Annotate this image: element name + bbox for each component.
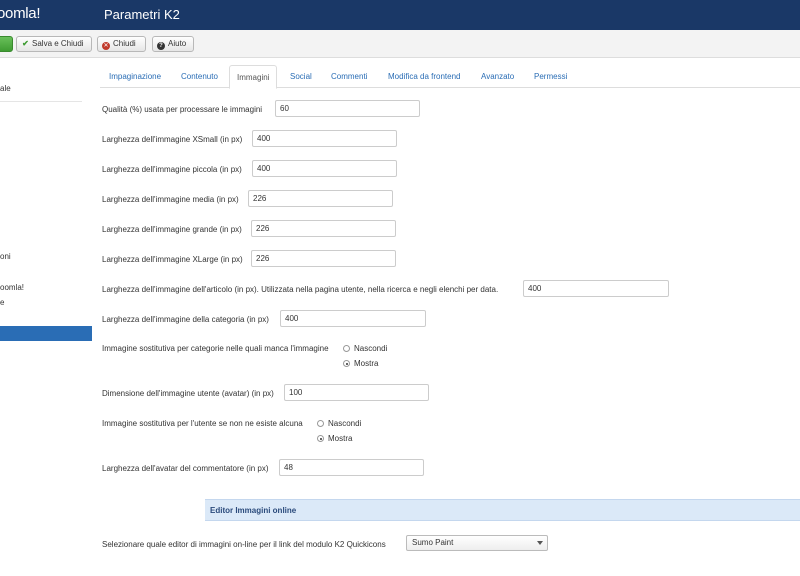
tab-avanzato[interactable]: Avanzato	[481, 65, 514, 88]
cat-placeholder-hide-label: Nascondi	[354, 344, 388, 353]
medium-label: Larghezza dell'immagine media (in px)	[102, 195, 239, 204]
tab-impaginazione[interactable]: Impaginazione	[109, 65, 161, 88]
article-label: Larghezza dell'immagine dell'articolo (i…	[102, 285, 499, 294]
xsmall-input[interactable]: 400	[252, 130, 397, 147]
user-placeholder-show-radio[interactable]	[317, 435, 324, 442]
sidebar-item-4[interactable]: e	[0, 298, 4, 307]
quality-input[interactable]: 60	[275, 100, 420, 117]
sidebar-item-active[interactable]	[0, 326, 92, 341]
xlarge-input[interactable]: 226	[251, 250, 396, 267]
tab-commenti[interactable]: Commenti	[331, 65, 367, 88]
xlarge-label: Larghezza dell'immagine XLarge (in px)	[102, 255, 243, 264]
page-title: Parametri K2	[104, 7, 180, 22]
save-close-label: Salva e Chiudi	[32, 39, 84, 48]
editor-select-label: Selezionare quale editor di immagini on-…	[102, 540, 386, 549]
cat-placeholder-label: Immagine sostitutiva per categorie nelle…	[102, 344, 329, 353]
section-title: Editor Immagini online	[210, 506, 297, 515]
help-button[interactable]: ? Aiuto	[152, 36, 194, 52]
sidebar-divider	[0, 101, 82, 102]
chevron-down-icon	[537, 541, 543, 545]
sidebar: ale oni oomla! e	[0, 58, 92, 576]
user-placeholder-hide-label: Nascondi	[328, 419, 362, 428]
editor-select-value: Sumo Paint	[412, 538, 454, 547]
small-input[interactable]: 400	[252, 160, 397, 177]
quality-label: Qualità (%) usata per processare le imma…	[102, 105, 263, 114]
question-circle-icon: ?	[157, 42, 165, 50]
user-placeholder-hide-radio[interactable]	[317, 420, 324, 427]
large-input[interactable]: 226	[251, 220, 396, 237]
tab-modifica-frontend[interactable]: Modifica da frontend	[388, 65, 461, 88]
sidebar-item-3[interactable]: oomla!	[0, 283, 24, 292]
user-placeholder-show-label: Mostra	[328, 434, 353, 443]
sidebar-item-1[interactable]: ale	[0, 84, 11, 93]
joomla-logo[interactable]: oomla!	[0, 5, 41, 22]
sidebar-item-2[interactable]: oni	[0, 252, 11, 261]
section-editor-immagini: Editor Immagini online	[205, 499, 800, 521]
toolbar: ✔ Salva e Chiudi ✕ Chiudi ? Aiuto	[0, 30, 800, 58]
save-close-button[interactable]: ✔ Salva e Chiudi	[16, 36, 92, 52]
close-button[interactable]: ✕ Chiudi	[97, 36, 146, 52]
article-input[interactable]: 400	[523, 280, 669, 297]
cat-placeholder-show-label: Mostra	[354, 359, 379, 368]
category-input[interactable]: 400	[280, 310, 426, 327]
help-label: Aiuto	[168, 39, 187, 48]
tab-permessi[interactable]: Permessi	[534, 65, 567, 88]
large-label: Larghezza dell'immagine grande (in px)	[102, 225, 242, 234]
tab-social[interactable]: Social	[290, 65, 312, 88]
tab-immagini[interactable]: Immagini	[229, 65, 278, 89]
header-bar: oomla! Parametri K2	[0, 0, 800, 30]
check-icon: ✔	[22, 39, 29, 48]
user-placeholder-label: Immagine sostitutiva per l'utente se non…	[102, 419, 303, 428]
editor-select[interactable]: Sumo Paint	[406, 535, 548, 551]
small-label: Larghezza dell'immagine piccola (in px)	[102, 165, 242, 174]
cat-placeholder-hide-radio[interactable]	[343, 345, 350, 352]
save-button[interactable]	[0, 36, 13, 52]
cat-placeholder-show-radio[interactable]	[343, 360, 350, 367]
xsmall-label: Larghezza dell'immagine XSmall (in px)	[102, 135, 243, 144]
tab-contenuto[interactable]: Contenuto	[181, 65, 218, 88]
avatar-input[interactable]: 100	[284, 384, 429, 401]
avatar-label: Dimensione dell'immagine utente (avatar)…	[102, 389, 274, 398]
tab-bar: Impaginazione Contenuto Immagini Social …	[100, 65, 800, 89]
close-circle-icon: ✕	[102, 42, 110, 50]
commenter-avatar-input[interactable]: 48	[279, 459, 424, 476]
commenter-avatar-label: Larghezza dell'avatar del commentatore (…	[102, 464, 269, 473]
close-label: Chiudi	[113, 39, 136, 48]
medium-input[interactable]: 226	[248, 190, 393, 207]
category-label: Larghezza dell'immagine della categoria …	[102, 315, 269, 324]
